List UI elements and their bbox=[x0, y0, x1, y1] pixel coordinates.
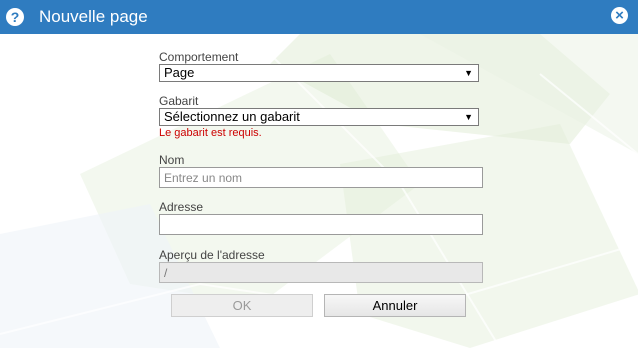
comportement-select[interactable]: Page ▼ bbox=[159, 64, 479, 82]
adresse-input[interactable] bbox=[159, 214, 483, 235]
help-icon[interactable]: ? bbox=[6, 8, 24, 26]
gabarit-label: Gabarit bbox=[159, 94, 199, 108]
dialog-titlebar: ? Nouvelle page × bbox=[0, 0, 638, 34]
new-page-dialog: ? Nouvelle page × Comportement Page ▼ Ga… bbox=[0, 0, 638, 348]
ok-button[interactable]: OK bbox=[171, 294, 313, 317]
apercu-field bbox=[159, 262, 483, 283]
adresse-label: Adresse bbox=[159, 200, 204, 214]
gabarit-error-message: Le gabarit est requis. bbox=[159, 127, 262, 139]
close-icon[interactable]: × bbox=[611, 7, 628, 24]
dialog-title: Nouvelle page bbox=[39, 7, 148, 26]
comportement-value: Page bbox=[164, 65, 195, 80]
gabarit-value: Sélectionnez un gabarit bbox=[164, 109, 300, 124]
gabarit-select[interactable]: Sélectionnez un gabarit ▼ bbox=[159, 108, 479, 126]
new-page-form: Comportement Page ▼ Gabarit Sélectionnez… bbox=[0, 34, 638, 348]
apercu-label: Aperçu de l'adresse bbox=[159, 248, 265, 262]
nom-label: Nom bbox=[159, 153, 185, 167]
dialog-body: Comportement Page ▼ Gabarit Sélectionnez… bbox=[0, 34, 638, 348]
dropdown-arrow-icon: ▼ bbox=[464, 68, 473, 78]
cancel-button[interactable]: Annuler bbox=[324, 294, 466, 317]
dropdown-arrow-icon: ▼ bbox=[464, 112, 473, 122]
nom-input[interactable] bbox=[159, 167, 483, 188]
comportement-label: Comportement bbox=[159, 50, 239, 64]
